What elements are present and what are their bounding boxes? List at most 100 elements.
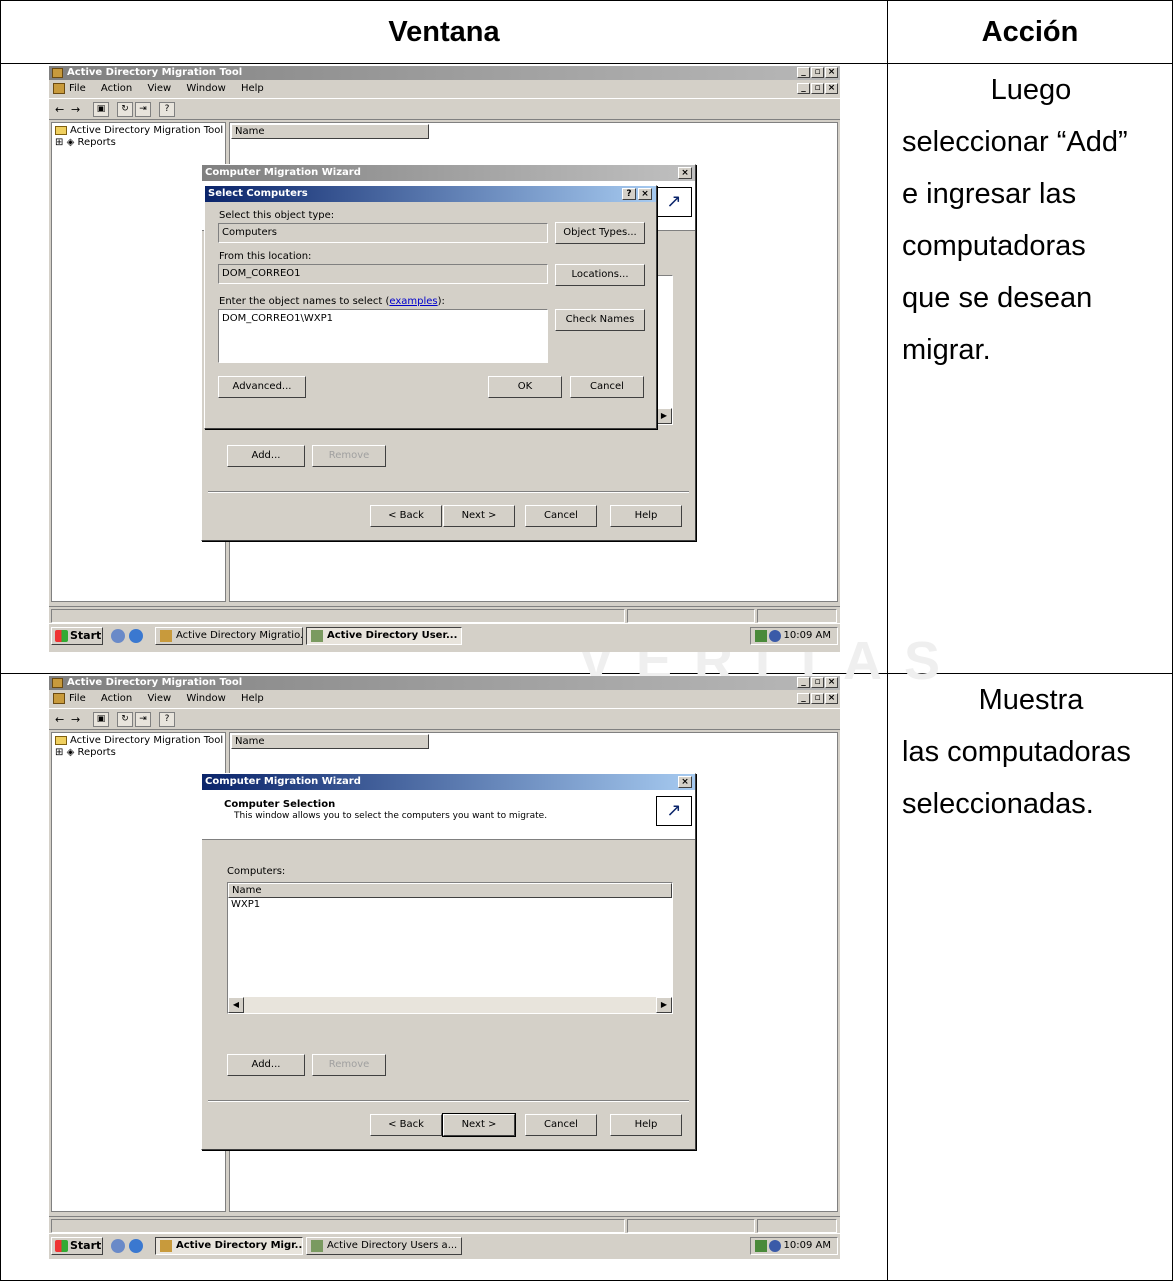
menu-view[interactable]: View <box>147 693 171 704</box>
header-accion-cell: Acción <box>887 0 1173 64</box>
refresh-icon[interactable]: ↻ <box>117 102 133 117</box>
help-icon[interactable]: ? <box>159 712 175 727</box>
list-item[interactable]: WXP1 <box>231 899 260 910</box>
menu-action[interactable]: Action <box>101 83 132 94</box>
status-bar <box>49 606 840 623</box>
show-tree-icon[interactable]: ▣ <box>93 712 109 727</box>
scroll-left-icon[interactable]: ◀ <box>228 997 244 1013</box>
menu-action[interactable]: Action <box>101 693 132 704</box>
back-button[interactable]: < Back <box>370 505 442 527</box>
dialog-cancel-button[interactable]: Cancel <box>570 376 644 398</box>
start-button[interactable]: Start <box>51 627 103 645</box>
close-button[interactable]: × <box>825 67 838 78</box>
wizard-heading: Computer Selection <box>224 799 336 810</box>
cancel-button[interactable]: Cancel <box>525 505 597 527</box>
forward-arrow-icon[interactable]: → <box>71 712 80 727</box>
cancel-button[interactable]: Cancel <box>525 1114 597 1136</box>
status-cell <box>51 1219 625 1233</box>
wizard-title: Computer Migration Wizard <box>205 776 361 787</box>
task-label: Active Directory Migr... <box>176 1240 303 1251</box>
header-ventana: Ventana <box>388 15 500 48</box>
help-icon[interactable]: ? <box>159 102 175 117</box>
examples-link[interactable]: examples <box>389 296 437 307</box>
forward-arrow-icon[interactable]: → <box>71 102 80 117</box>
back-arrow-icon[interactable]: ← <box>55 102 64 117</box>
dialog-help-button[interactable]: ? <box>622 188 636 200</box>
help-button[interactable]: Help <box>610 1114 682 1136</box>
screenshot-1: Active Directory Migration Tool _ ▫ × Fi… <box>49 66 840 652</box>
remove-button[interactable]: Remove <box>312 1054 386 1076</box>
back-button[interactable]: < Back <box>370 1114 442 1136</box>
location-label: From this location: <box>219 251 312 262</box>
minimize-button[interactable]: _ <box>797 67 810 78</box>
menu-help[interactable]: Help <box>241 693 264 704</box>
list-column-header-name[interactable]: Name <box>228 883 672 898</box>
minimize-button[interactable]: _ <box>797 677 810 688</box>
computer-migration-wizard: Computer Migration Wizard × Computer Sel… <box>201 773 696 1150</box>
advanced-button[interactable]: Advanced... <box>218 376 306 398</box>
object-type-field: Computers <box>218 223 548 243</box>
mdi-restore-button[interactable]: ▫ <box>811 693 824 704</box>
wizard-close-button[interactable]: × <box>678 776 692 788</box>
scroll-right-icon[interactable]: ▶ <box>656 997 672 1013</box>
show-tree-icon[interactable]: ▣ <box>93 102 109 117</box>
taskbar-item-ad-users[interactable]: Active Directory Users a... <box>306 1237 462 1255</box>
mdi-minimize-button[interactable]: _ <box>797 83 810 94</box>
desktop-icon[interactable] <box>111 629 125 643</box>
tree-reports[interactable]: ⊞ ◈ Reports <box>55 137 116 148</box>
remove-button[interactable]: Remove <box>312 445 386 467</box>
start-button[interactable]: Start <box>51 1237 103 1255</box>
mdi-minimize-button[interactable]: _ <box>797 693 810 704</box>
maximize-button[interactable]: ▫ <box>811 67 824 78</box>
horizontal-scrollbar[interactable]: ◀▶ <box>228 997 672 1013</box>
export-list-icon[interactable]: ⇥ <box>135 712 151 727</box>
taskbar-item-adm-tool[interactable]: Active Directory Migratio... <box>155 627 303 645</box>
refresh-icon[interactable]: ↻ <box>117 712 133 727</box>
help-button[interactable]: Help <box>610 505 682 527</box>
scroll-right-icon[interactable]: ▶ <box>656 408 672 424</box>
tree-reports-label: Reports <box>77 137 116 148</box>
add-button[interactable]: Add... <box>227 1054 305 1076</box>
dialog-title: Select Computers <box>208 188 308 199</box>
tree-reports[interactable]: ⊞ ◈ Reports <box>55 747 116 758</box>
internet-explorer-icon[interactable] <box>129 1239 143 1253</box>
computers-list[interactable]: Name WXP1 ◀ ▶ <box>227 882 673 1014</box>
menu-file[interactable]: File <box>69 693 86 704</box>
object-types-button[interactable]: Object Types... <box>555 222 645 244</box>
tree-root[interactable]: Active Directory Migration Tool <box>55 125 223 136</box>
next-button[interactable]: Next > <box>443 505 515 527</box>
maximize-button[interactable]: ▫ <box>811 677 824 688</box>
wizard-titlebar: Computer Migration Wizard <box>202 165 695 181</box>
object-names-input[interactable]: DOM_CORREO1\WXP1 <box>218 309 548 363</box>
object-names-text: Enter the object names to select <box>219 296 383 307</box>
desktop-icon[interactable] <box>111 1239 125 1253</box>
menu-window[interactable]: Window <box>186 83 225 94</box>
locations-button[interactable]: Locations... <box>555 264 645 286</box>
menu-file[interactable]: File <box>69 83 86 94</box>
globe-icon[interactable] <box>769 1240 781 1252</box>
export-list-icon[interactable]: ⇥ <box>135 102 151 117</box>
check-names-button[interactable]: Check Names <box>555 309 645 331</box>
tree-root[interactable]: Active Directory Migration Tool <box>55 735 223 746</box>
menu-help[interactable]: Help <box>241 83 264 94</box>
taskbar-item-ad-users[interactable]: Active Directory User... <box>306 627 462 645</box>
back-arrow-icon[interactable]: ← <box>55 712 64 727</box>
column-header-name[interactable]: Name <box>231 124 429 139</box>
close-button[interactable]: × <box>825 677 838 688</box>
column-header-name[interactable]: Name <box>231 734 429 749</box>
network-icon[interactable] <box>755 630 767 642</box>
taskbar-item-adm-tool[interactable]: Active Directory Migr... <box>155 1237 303 1255</box>
next-button[interactable]: Next > <box>442 1113 516 1137</box>
menu-window[interactable]: Window <box>186 693 225 704</box>
globe-icon[interactable] <box>769 630 781 642</box>
ok-button[interactable]: OK <box>488 376 562 398</box>
internet-explorer-icon[interactable] <box>129 629 143 643</box>
mdi-restore-button[interactable]: ▫ <box>811 83 824 94</box>
add-button[interactable]: Add... <box>227 445 305 467</box>
dialog-close-button[interactable]: × <box>638 188 652 200</box>
mdi-close-button[interactable]: × <box>825 83 838 94</box>
wizard-close-button[interactable]: × <box>678 167 692 179</box>
network-icon[interactable] <box>755 1240 767 1252</box>
mdi-close-button[interactable]: × <box>825 693 838 704</box>
menu-view[interactable]: View <box>147 83 171 94</box>
